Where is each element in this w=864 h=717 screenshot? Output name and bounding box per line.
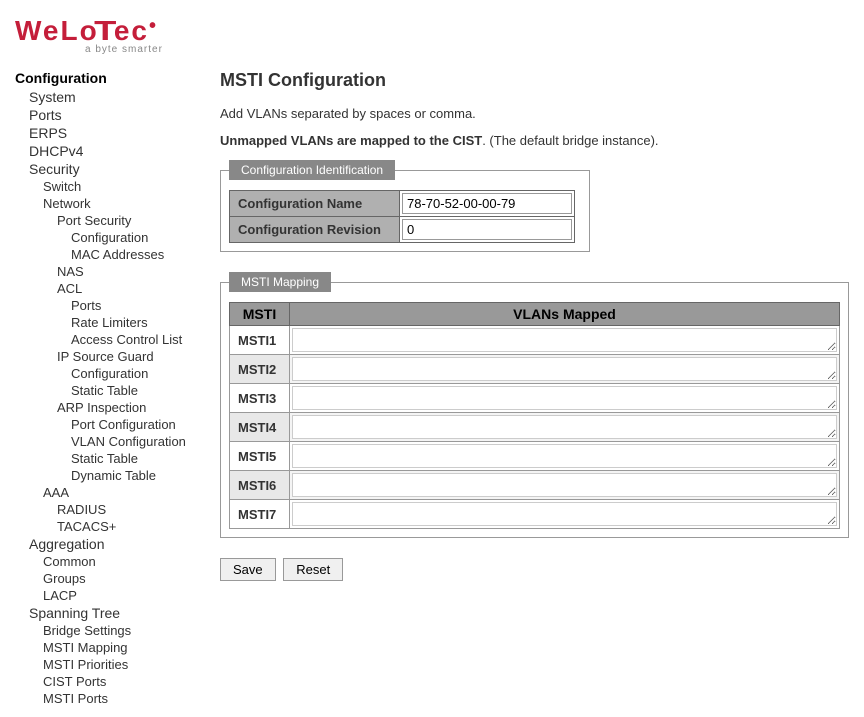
vlan-cell [290, 413, 840, 442]
nav-item[interactable]: Aggregation [15, 535, 205, 553]
button-row: Save Reset [220, 558, 849, 581]
nav-item[interactable]: IP Source Guard [15, 348, 205, 365]
vlan-cell [290, 500, 840, 529]
nav-item[interactable]: Access Control List [15, 331, 205, 348]
nav-item[interactable]: Network [15, 195, 205, 212]
page-title: MSTI Configuration [220, 70, 849, 91]
nav-item[interactable]: DHCPv4 [15, 142, 205, 160]
nav-item[interactable]: MSTI Mapping [15, 639, 205, 656]
save-button[interactable]: Save [220, 558, 276, 581]
config-id-legend: Configuration Identification [229, 160, 395, 180]
logo-block: WeLoTec• a byte smarter [0, 0, 864, 60]
nav-item[interactable]: RADIUS [15, 501, 205, 518]
msti-label: MSTI4 [230, 413, 290, 442]
nav-item[interactable]: MSTI Ports [15, 690, 205, 707]
nav-item[interactable]: ACL [15, 280, 205, 297]
nav-section-title: Configuration [15, 70, 205, 86]
msti-row: MSTI7 [230, 500, 840, 529]
vlans-col-header: VLANs Mapped [290, 303, 840, 326]
msti-row: MSTI6 [230, 471, 840, 500]
desc-line-1: Add VLANs separated by spaces or comma. [220, 106, 849, 121]
nav-item[interactable]: Security [15, 160, 205, 178]
msti-table: MSTI VLANs Mapped MSTI1MSTI2MSTI3MSTI4MS… [229, 302, 840, 529]
nav-item[interactable]: ARP Inspection [15, 399, 205, 416]
desc-line-2: Unmapped VLANs are mapped to the CIST. (… [220, 133, 849, 148]
nav-item[interactable]: NAS [15, 263, 205, 280]
msti-label: MSTI7 [230, 500, 290, 529]
config-rev-input[interactable] [402, 219, 572, 240]
vlan-cell [290, 326, 840, 355]
main-content: MSTI Configuration Add VLANs separated b… [205, 70, 849, 707]
msti-label: MSTI1 [230, 326, 290, 355]
vlans-mapped-input[interactable] [292, 444, 837, 468]
msti-mapping-fieldset: MSTI Mapping MSTI VLANs Mapped MSTI1MSTI… [220, 272, 849, 538]
msti-label: MSTI5 [230, 442, 290, 471]
nav-item[interactable]: Configuration [15, 365, 205, 382]
nav-item[interactable]: Spanning Tree [15, 604, 205, 622]
nav-item[interactable]: Switch [15, 178, 205, 195]
msti-label: MSTI2 [230, 355, 290, 384]
msti-row: MSTI5 [230, 442, 840, 471]
nav-item[interactable]: Port Security [15, 212, 205, 229]
vlans-mapped-input[interactable] [292, 415, 837, 439]
nav-item[interactable]: MAC Addresses [15, 246, 205, 263]
nav-item[interactable]: Dynamic Table [15, 467, 205, 484]
config-name-input[interactable] [402, 193, 572, 214]
nav-item[interactable]: VLAN Configuration [15, 433, 205, 450]
vlan-cell [290, 442, 840, 471]
nav-item[interactable]: MSTI Priorities [15, 656, 205, 673]
config-name-label: Configuration Name [230, 191, 400, 217]
nav-item[interactable]: TACACS+ [15, 518, 205, 535]
nav-item[interactable]: System [15, 88, 205, 106]
config-id-fieldset: Configuration Identification Configurati… [220, 160, 590, 252]
vlans-mapped-input[interactable] [292, 357, 837, 381]
msti-row: MSTI4 [230, 413, 840, 442]
reset-button[interactable]: Reset [283, 558, 343, 581]
msti-row: MSTI3 [230, 384, 840, 413]
nav-item[interactable]: Ports [15, 297, 205, 314]
nav-item[interactable]: LACP [15, 587, 205, 604]
msti-mapping-legend: MSTI Mapping [229, 272, 331, 292]
msti-label: MSTI3 [230, 384, 290, 413]
desc-rest: . (The default bridge instance). [482, 133, 658, 148]
nav-item[interactable]: Groups [15, 570, 205, 587]
desc-bold: Unmapped VLANs are mapped to the CIST [220, 133, 482, 148]
vlan-cell [290, 355, 840, 384]
nav-item[interactable]: ERPS [15, 124, 205, 142]
nav-item[interactable]: Ports [15, 106, 205, 124]
vlans-mapped-input[interactable] [292, 386, 837, 410]
nav-item[interactable]: Rate Limiters [15, 314, 205, 331]
vlan-cell [290, 471, 840, 500]
msti-row: MSTI1 [230, 326, 840, 355]
msti-col-header: MSTI [230, 303, 290, 326]
config-rev-label: Configuration Revision [230, 217, 400, 243]
nav-item[interactable]: Port Configuration [15, 416, 205, 433]
nav-item[interactable]: Static Table [15, 450, 205, 467]
vlans-mapped-input[interactable] [292, 502, 837, 526]
nav-item[interactable]: Common [15, 553, 205, 570]
msti-row: MSTI2 [230, 355, 840, 384]
msti-label: MSTI6 [230, 471, 290, 500]
nav-item[interactable]: Configuration [15, 229, 205, 246]
vlans-mapped-input[interactable] [292, 473, 837, 497]
brand-tagline: a byte smarter [85, 44, 864, 55]
nav-item[interactable]: Static Table [15, 382, 205, 399]
nav-item[interactable]: Bridge Settings [15, 622, 205, 639]
vlan-cell [290, 384, 840, 413]
sidebar: Configuration SystemPortsERPSDHCPv4Secur… [15, 70, 205, 707]
nav-item[interactable]: CIST Ports [15, 673, 205, 690]
nav-item[interactable]: AAA [15, 484, 205, 501]
vlans-mapped-input[interactable] [292, 328, 837, 352]
brand-logo: WeLoTec• [15, 15, 864, 47]
config-id-table: Configuration Name Configuration Revisio… [229, 190, 575, 243]
